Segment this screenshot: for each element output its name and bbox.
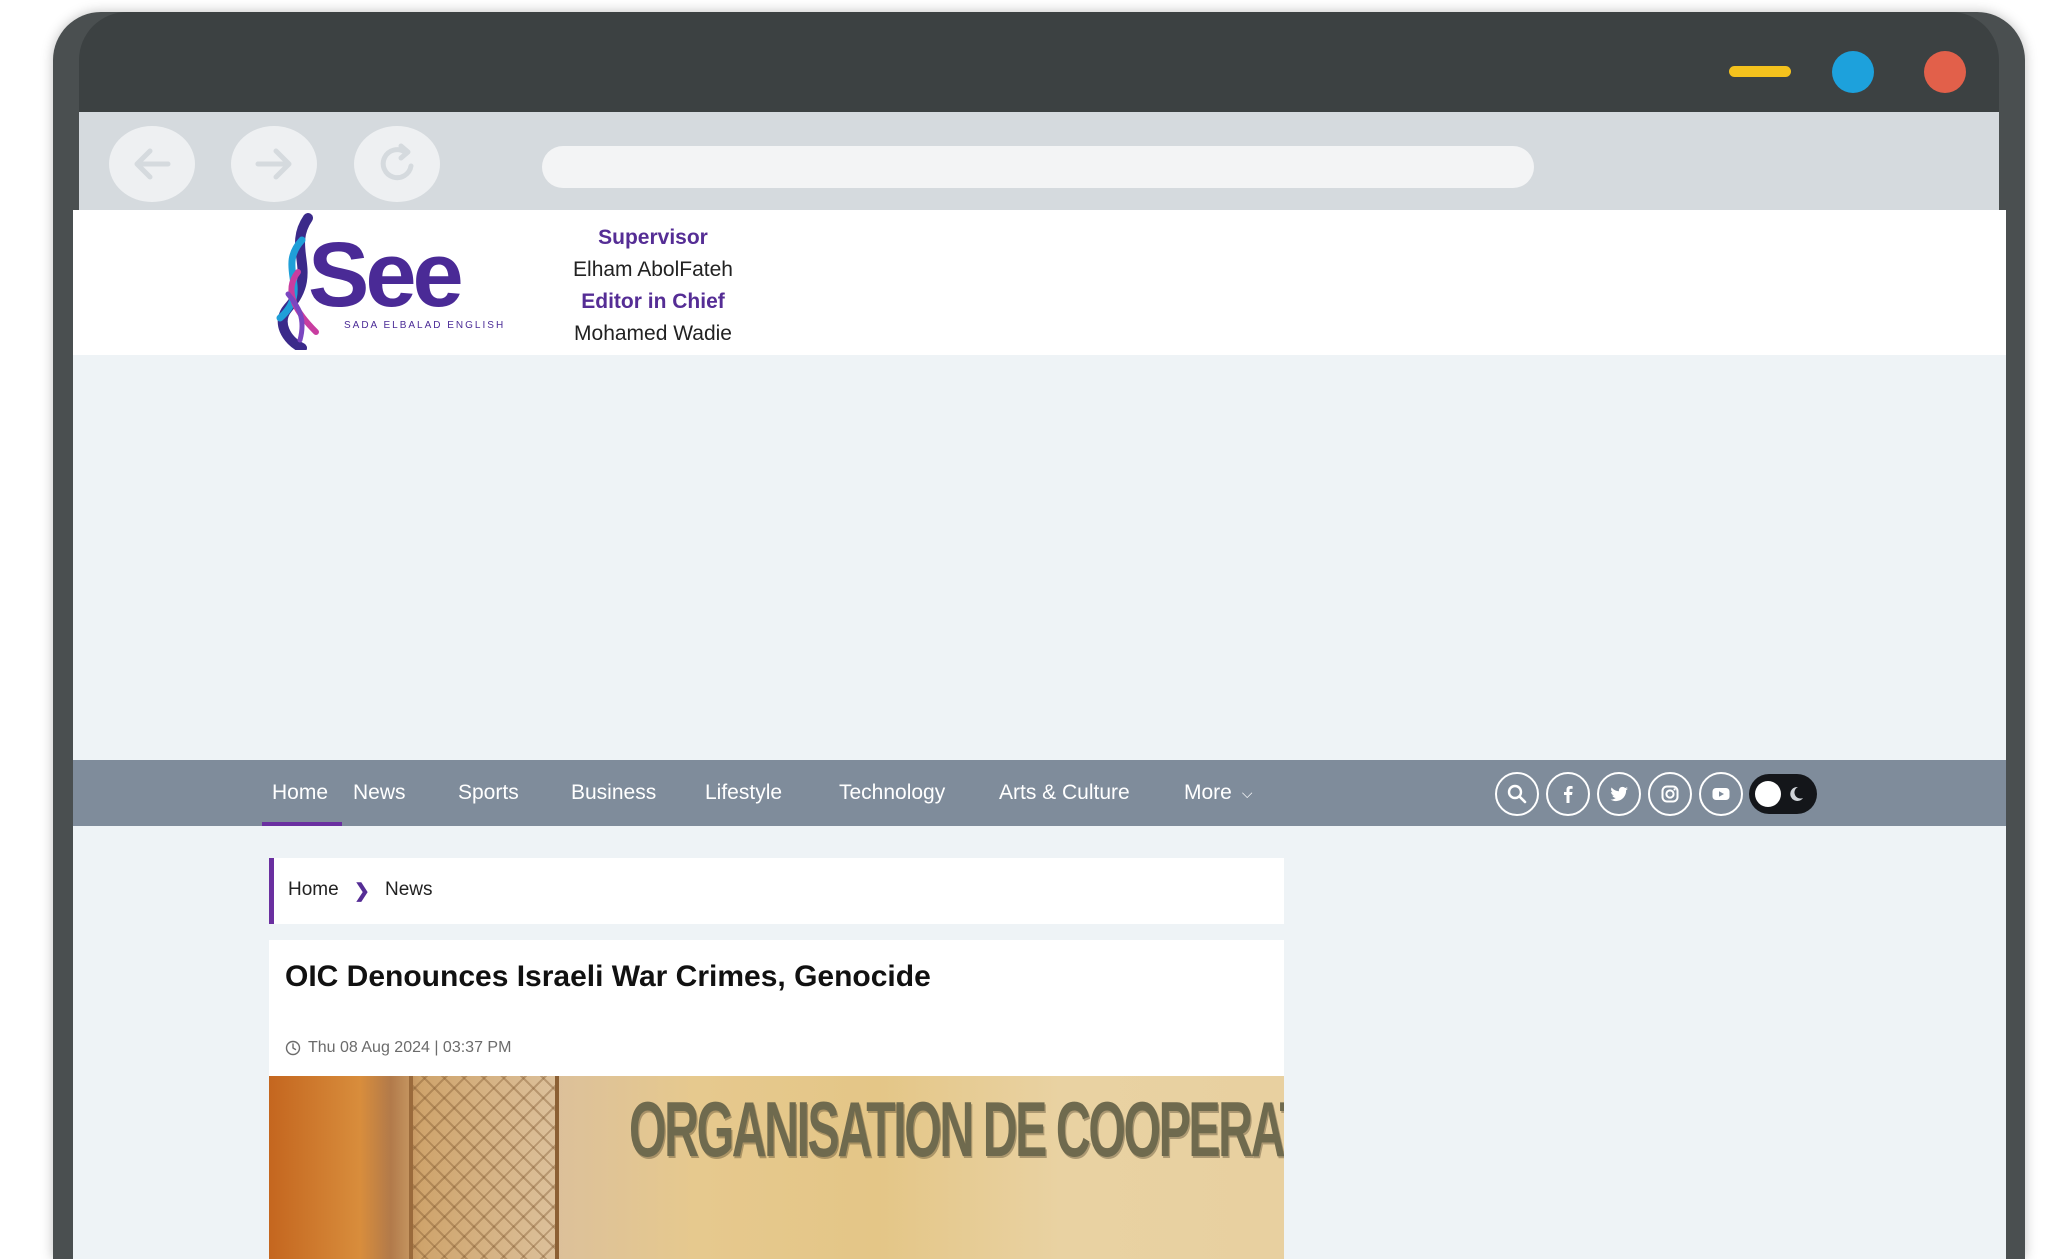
article-date: Thu 08 Aug 2024 | 03:37 PM [285,1039,511,1057]
youtube-icon [1712,788,1730,800]
back-arrow-icon [134,148,171,180]
youtube-link[interactable] [1699,772,1743,816]
article-header: OIC Denounces Israeli War Crimes, Genoci… [269,940,1284,1080]
nav-item-sports[interactable]: Sports [458,760,519,826]
close-button[interactable] [1924,51,1966,93]
nav-item-more[interactable]: More ⌵ [1184,760,1252,826]
nav-item-business[interactable]: Business [571,760,656,826]
dark-mode-toggle[interactable] [1749,774,1817,814]
minimize-button[interactable] [1729,66,1791,77]
forward-button[interactable] [231,126,317,202]
staff-credits: Supervisor Elham AbolFateh Editor in Chi… [543,222,763,350]
breadcrumb: Home ❯ News [269,858,1284,924]
editor-label: Editor in Chief [581,290,725,313]
svg-text:SADA ELBALAD ENGLISH: SADA ELBALAD ENGLISH [344,320,505,331]
article-image: ORGANISATION DE COOPERATION ISLAMIQ [269,1076,1284,1259]
image-sign-text: ORGANISATION DE COOPERATION ISLAMIQ [629,1085,1284,1173]
see-logo-icon: See SADA ELBALAD ENGLISH [276,213,505,353]
reload-button[interactable] [354,126,440,202]
search-icon [1507,784,1527,804]
editor-name: Mohamed Wadie [574,322,732,345]
main-navigation: Home News Sports Business Lifestyle Tech… [73,760,2006,826]
browser-toolbar [79,112,1999,212]
image-lattice-pattern [409,1076,559,1259]
breadcrumb-current[interactable]: News [385,879,433,901]
supervisor-name: Elham AbolFateh [573,258,733,281]
chevron-right-icon: ❯ [354,881,370,902]
page-viewport: See SADA ELBALAD ENGLISH Supervisor Elha… [73,210,2006,1259]
moon-icon [1790,786,1803,801]
supervisor-label: Supervisor [598,226,708,249]
nav-item-arts-culture[interactable]: Arts & Culture [999,760,1130,826]
facebook-link[interactable] [1546,772,1590,816]
search-button[interactable] [1495,772,1539,816]
article-date-text: Thu 08 Aug 2024 | 03:37 PM [308,1039,512,1056]
facebook-icon [1564,786,1573,803]
clock-icon [285,1040,301,1056]
nav-item-lifestyle[interactable]: Lifestyle [705,760,782,826]
twitter-link[interactable] [1597,772,1641,816]
window-titlebar [79,12,1999,112]
nav-more-label: More [1184,781,1232,804]
breadcrumb-home[interactable]: Home [288,879,339,901]
ad-banner-area [73,355,2006,760]
instagram-icon [1661,785,1679,803]
maximize-button[interactable] [1832,51,1874,93]
site-header: See SADA ELBALAD ENGLISH Supervisor Elha… [73,210,2006,355]
article-title: OIC Denounces Israeli War Crimes, Genoci… [285,960,931,993]
svg-text:See: See [308,224,462,326]
chevron-down-icon: ⌵ [1241,785,1253,802]
instagram-link[interactable] [1648,772,1692,816]
twitter-icon [1610,786,1628,802]
address-bar[interactable] [542,146,1534,188]
nav-item-news[interactable]: News [353,760,406,826]
back-button[interactable] [109,126,195,202]
reload-icon [380,143,414,181]
nav-item-technology[interactable]: Technology [839,760,945,826]
site-logo[interactable]: See SADA ELBALAD ENGLISH [268,210,508,353]
nav-item-home[interactable]: Home [261,760,343,826]
toggle-knob [1755,781,1781,807]
forward-arrow-icon [255,148,292,180]
